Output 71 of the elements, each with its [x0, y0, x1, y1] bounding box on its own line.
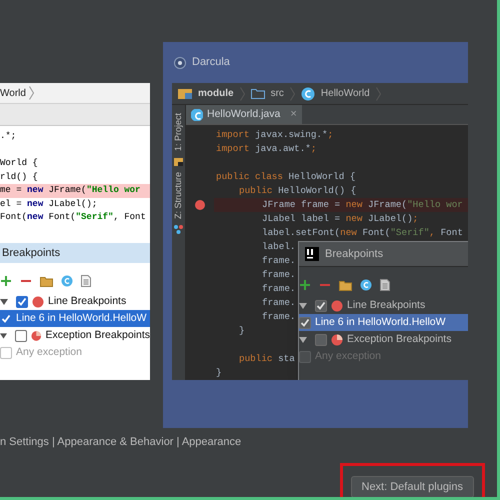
dialog-title: Breakpoints — [2, 246, 60, 261]
code-line: JLabel label = new JLabel(); — [262, 212, 418, 226]
tree-item[interactable]: Line Breakpoints — [347, 298, 426, 314]
code-line: frame. — [262, 254, 296, 268]
folder-icon — [250, 86, 265, 100]
checkbox[interactable] — [16, 296, 28, 308]
add-icon — [299, 279, 311, 291]
code-line: frame. — [262, 268, 296, 282]
tool-window-tab[interactable]: Z: Structure — [172, 172, 186, 220]
code-line: JFrame frame = new JFrame("Hello wor — [262, 198, 463, 212]
tree-item[interactable]: Exception Breakpoints — [347, 332, 452, 348]
checkbox[interactable] — [0, 312, 12, 324]
folder-icon — [40, 276, 53, 286]
theme-preview[interactable] — [163, 42, 468, 428]
code-line: rld() { — [0, 170, 38, 184]
code-line: el = new JLabel(); — [0, 198, 98, 210]
code-line: import java.awt.*; — [216, 142, 316, 156]
structure-icon — [174, 225, 183, 234]
folder-icon — [174, 157, 183, 166]
chevron-icon — [376, 86, 381, 100]
code-line: World { — [0, 157, 38, 170]
code-line: import javax.swing.*; — [216, 128, 334, 142]
module-folder-icon — [178, 86, 192, 100]
class-icon — [360, 279, 372, 291]
code-line: public HelloWorld() { — [239, 184, 356, 198]
next-button[interactable]: Next: Default plugins — [350, 476, 474, 497]
editor-tab[interactable]: HelloWorld.java × — [186, 105, 302, 124]
chevron-icon — [290, 86, 295, 100]
checkbox[interactable] — [299, 316, 311, 328]
class-icon — [300, 86, 315, 100]
code-line: public sta — [239, 352, 295, 366]
code-line: label. — [262, 240, 296, 254]
chevron-icon — [240, 86, 245, 100]
tree-item[interactable]: Exception Breakpoints — [46, 328, 150, 344]
code-line: frame. — [262, 282, 296, 296]
code-line: } — [216, 366, 222, 380]
code-line: } — [239, 324, 245, 338]
chevron-icon — [28, 86, 34, 100]
dialog-title: Breakpoints — [325, 246, 384, 262]
theme-name[interactable]: Darcula — [192, 54, 230, 71]
folder-icon — [339, 280, 352, 290]
exception-breakpoint-icon — [331, 334, 343, 346]
code-line: frame. — [262, 296, 296, 310]
breakpoint-icon — [331, 300, 343, 312]
radio-button[interactable] — [174, 56, 186, 68]
close-tab-button[interactable]: × — [290, 106, 297, 123]
code-line: frame. — [262, 310, 296, 324]
breadcrumb-item[interactable]: module — [198, 86, 234, 101]
tree-item[interactable]: Line Breakpoints — [48, 294, 126, 310]
class-icon — [61, 275, 73, 287]
document-icon — [81, 275, 91, 287]
code-line: .*; — [0, 130, 16, 143]
breadcrumb-item[interactable]: src — [270, 86, 284, 101]
checkbox[interactable] — [315, 300, 327, 312]
tab-label: HelloWorld.java — [207, 106, 280, 122]
document-icon — [380, 279, 390, 291]
breadcrumb-item[interactable]: HelloWorld — [320, 86, 370, 101]
add-icon — [0, 275, 12, 287]
breakpoint-icon — [32, 296, 44, 308]
checkbox[interactable] — [315, 334, 327, 346]
app-logo-icon — [305, 247, 319, 261]
code-line: public class HelloWorld { — [216, 170, 356, 184]
breadcrumb-item[interactable]: World — [0, 86, 26, 100]
class-icon — [191, 108, 203, 120]
settings-path: n Settings | Appearance & Behavior | Appearance — [0, 435, 242, 450]
tool-window-tab[interactable]: 1: Project — [172, 113, 186, 152]
checkbox[interactable] — [15, 330, 27, 342]
code-line: Font(new Font("Serif", Font — [0, 211, 146, 224]
exception-breakpoint-icon — [31, 330, 42, 342]
code-line: me = new JFrame("Hello wor — [0, 184, 140, 197]
code-line: label.setFont(new Font("Serif", Font — [262, 226, 463, 240]
